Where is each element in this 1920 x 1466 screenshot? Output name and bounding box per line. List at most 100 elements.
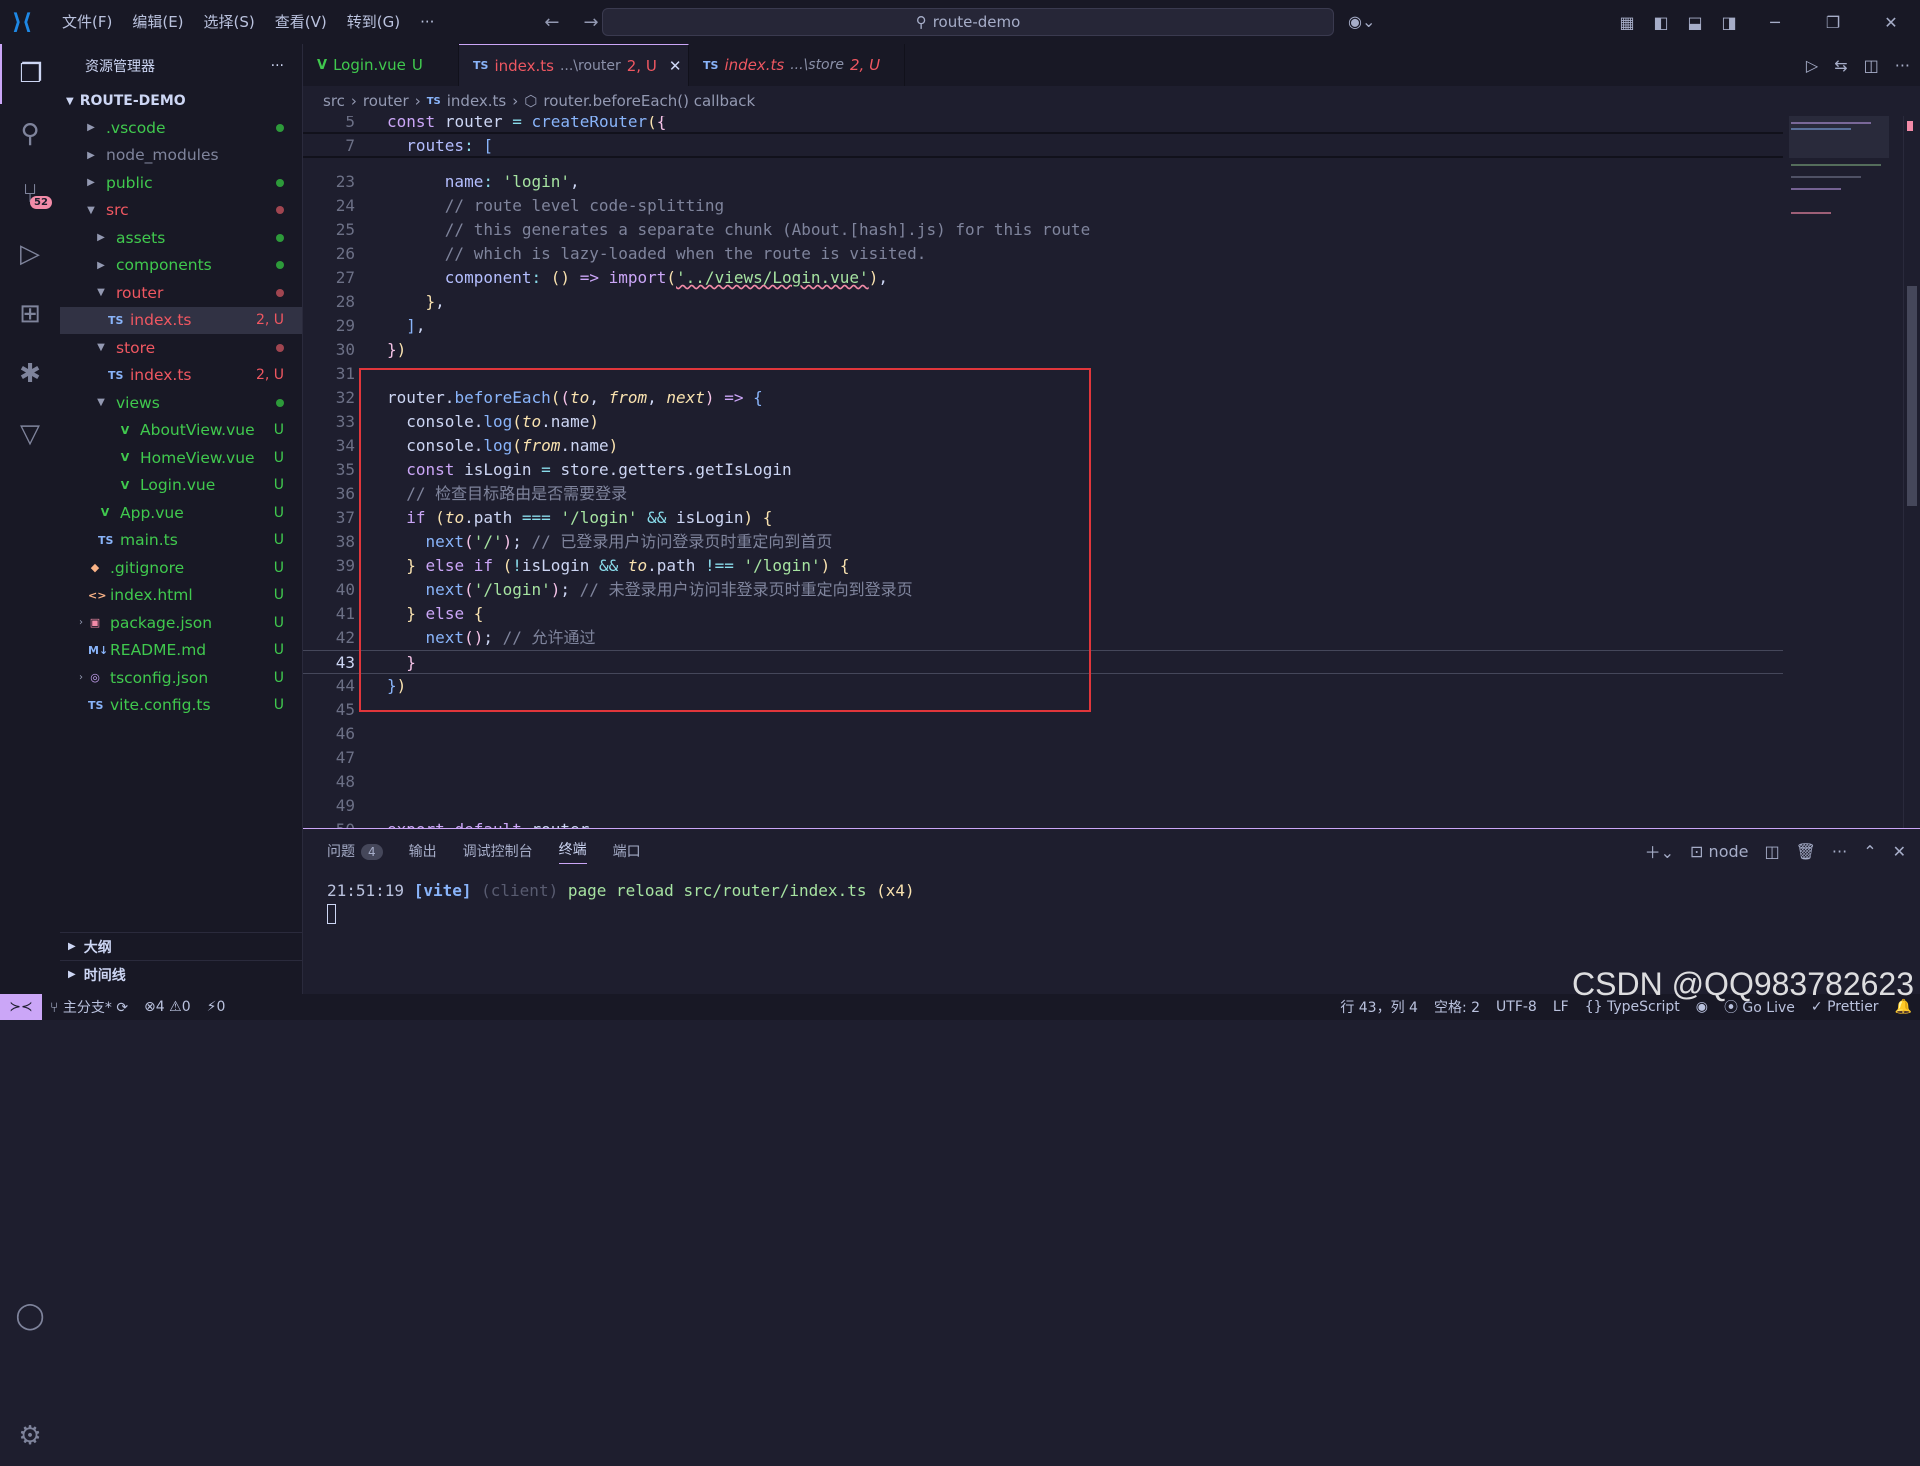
- forward-arrow-icon[interactable]: →: [583, 12, 598, 33]
- ports-status[interactable]: ⚡0: [199, 999, 234, 1015]
- cursor-position[interactable]: 行 43，列 4: [1332, 997, 1426, 1017]
- indentation[interactable]: 空格: 2: [1426, 997, 1488, 1017]
- code-line[interactable]: 28 },: [303, 290, 1783, 314]
- code-line[interactable]: 27 component: () => import('../views/Log…: [303, 266, 1783, 290]
- terminal-instance[interactable]: ⊡ node: [1690, 842, 1748, 861]
- tree-item[interactable]: <> index.html U: [60, 582, 302, 610]
- menu-file[interactable]: 文件(F): [52, 0, 122, 44]
- tab-store-index-ts[interactable]: TS index.ts ...\store 2, U: [689, 44, 905, 86]
- tab-router-index-ts[interactable]: TS index.ts ...\router 2, U ✕: [459, 44, 689, 86]
- problems-status[interactable]: ⊗4 ⚠0: [136, 999, 199, 1015]
- code-line[interactable]: 48: [303, 770, 1783, 794]
- outline-section[interactable]: ▶ 大纲: [60, 932, 303, 960]
- tree-item[interactable]: TS vite.config.ts U: [60, 692, 302, 720]
- tree-item[interactable]: › ▣ package.json U: [60, 609, 302, 637]
- more-actions-icon[interactable]: ···: [271, 58, 284, 74]
- open-changes-icon[interactable]: ⇆: [1834, 56, 1847, 75]
- sticky-scroll-line[interactable]: 7 routes: [: [303, 134, 1783, 158]
- run-icon[interactable]: ▷: [1806, 56, 1818, 75]
- minimap[interactable]: [1783, 116, 1903, 828]
- code-line[interactable]: 49: [303, 794, 1783, 818]
- breadcrumb-src[interactable]: src: [323, 92, 345, 110]
- code-line[interactable]: 23 name: 'login',: [303, 170, 1783, 194]
- maximize-icon[interactable]: ❐: [1804, 13, 1862, 32]
- more-actions-icon[interactable]: ···: [1895, 56, 1910, 75]
- tree-item[interactable]: V HomeView.vue U: [60, 444, 302, 472]
- copilot-icon[interactable]: ◉⌄: [1348, 12, 1375, 31]
- vue-devtools-icon[interactable]: ✱: [0, 344, 60, 404]
- tree-item[interactable]: TS index.ts 2, U: [60, 362, 302, 390]
- command-center-search[interactable]: ⚲ route-demo: [602, 8, 1334, 36]
- tab-problems[interactable]: 问题 4: [327, 841, 383, 861]
- menu-go[interactable]: 转到(G): [337, 0, 410, 44]
- sticky-scroll-line[interactable]: 5 const router = createRouter({: [303, 116, 1783, 134]
- maximize-panel-icon[interactable]: ⌃: [1863, 842, 1876, 861]
- explorer-icon[interactable]: ❐: [0, 44, 60, 104]
- tree-item[interactable]: ▶ assets: [60, 224, 302, 252]
- code-line[interactable]: 30}): [303, 338, 1783, 362]
- back-arrow-icon[interactable]: ←: [544, 12, 559, 33]
- trash-icon[interactable]: 🗑: [1796, 842, 1816, 861]
- close-tab-icon[interactable]: ✕: [669, 57, 682, 75]
- split-terminal-icon[interactable]: ◫: [1764, 842, 1779, 861]
- tree-item[interactable]: V AboutView.vue U: [60, 417, 302, 445]
- close-panel-icon[interactable]: ✕: [1893, 842, 1906, 861]
- new-terminal-icon[interactable]: ＋⌄: [1645, 839, 1674, 863]
- more-actions-icon[interactable]: ···: [1832, 842, 1847, 861]
- tree-item[interactable]: TS main.ts U: [60, 527, 302, 555]
- menu-selection[interactable]: 选择(S): [194, 0, 265, 44]
- tree-item[interactable]: ▶ components: [60, 252, 302, 280]
- split-editor-icon[interactable]: ◫: [1864, 56, 1879, 75]
- code-line[interactable]: 25 // this generates a separate chunk (A…: [303, 218, 1783, 242]
- breadcrumb-router[interactable]: router: [363, 92, 409, 110]
- code-line[interactable]: 29 ],: [303, 314, 1783, 338]
- tree-item[interactable]: ◆ .gitignore U: [60, 554, 302, 582]
- search-view-icon[interactable]: ⚲: [0, 104, 60, 164]
- tree-item[interactable]: ▼ router: [60, 279, 302, 307]
- source-control-icon[interactable]: ⑂ 52: [0, 164, 60, 224]
- code-line[interactable]: 47: [303, 746, 1783, 770]
- toggle-sidebar-icon[interactable]: ◧: [1644, 13, 1678, 32]
- tree-item[interactable]: ▼ src: [60, 197, 302, 225]
- breadcrumb-file[interactable]: index.ts: [447, 92, 507, 110]
- toggle-secondary-sidebar-icon[interactable]: ◨: [1712, 13, 1746, 32]
- workspace-root[interactable]: ▼ ROUTE-DEMO: [60, 88, 302, 114]
- menu-view[interactable]: 查看(V): [265, 0, 337, 44]
- tree-item[interactable]: V App.vue U: [60, 499, 302, 527]
- code-line[interactable]: 46: [303, 722, 1783, 746]
- menu-edit[interactable]: 编辑(E): [122, 0, 193, 44]
- tree-item[interactable]: ▶ .vscode: [60, 114, 302, 142]
- branch-status[interactable]: ⑂ 主分支* ⟳: [42, 997, 136, 1017]
- tree-item[interactable]: V Login.vue U: [60, 472, 302, 500]
- terminal-output[interactable]: 21:51:19 [vite] (client) page reload src…: [303, 881, 1920, 900]
- tab-terminal[interactable]: 终端: [558, 839, 587, 864]
- extensions-icon[interactable]: ⊞: [0, 284, 60, 344]
- tree-item[interactable]: ▶ node_modules: [60, 142, 302, 170]
- remote-indicator-icon[interactable]: ≻≺: [0, 994, 42, 1020]
- encoding[interactable]: UTF-8: [1488, 999, 1545, 1015]
- vitest-icon[interactable]: ▽: [0, 404, 60, 464]
- tab-output[interactable]: 输出: [409, 841, 437, 861]
- tree-item[interactable]: › ◎ tsconfig.json U: [60, 664, 302, 692]
- settings-gear-icon[interactable]: ⚙: [0, 1406, 60, 1466]
- code-line[interactable]: 50 export default router: [303, 818, 1783, 828]
- code-line[interactable]: 24 // route level code-splitting: [303, 194, 1783, 218]
- tree-item[interactable]: M↓ README.md U: [60, 637, 302, 665]
- timeline-section[interactable]: ▶ 时间线: [60, 960, 303, 988]
- run-debug-icon[interactable]: ▷: [0, 224, 60, 284]
- breadcrumb-symbol[interactable]: router.beforeEach() callback: [543, 92, 755, 110]
- tree-item[interactable]: TS index.ts 2, U: [60, 306, 302, 334]
- customize-layout-icon[interactable]: ▦: [1610, 13, 1644, 32]
- close-window-icon[interactable]: ✕: [1862, 13, 1920, 32]
- tab-debug-console[interactable]: 调试控制台: [463, 841, 533, 861]
- tree-item[interactable]: ▼ views: [60, 389, 302, 417]
- editor-scrollbar[interactable]: [1903, 116, 1920, 828]
- tab-ports[interactable]: 端口: [613, 841, 641, 861]
- code-line[interactable]: 26 // which is lazy-loaded when the rout…: [303, 242, 1783, 266]
- toggle-panel-icon[interactable]: ⬓: [1678, 13, 1712, 32]
- tree-item[interactable]: ▶ public: [60, 169, 302, 197]
- tab-login-vue[interactable]: V Login.vue U: [303, 44, 459, 86]
- tree-item[interactable]: ▼ store: [60, 334, 302, 362]
- accounts-icon[interactable]: ◯: [0, 1286, 60, 1346]
- minimize-icon[interactable]: ─: [1746, 13, 1804, 32]
